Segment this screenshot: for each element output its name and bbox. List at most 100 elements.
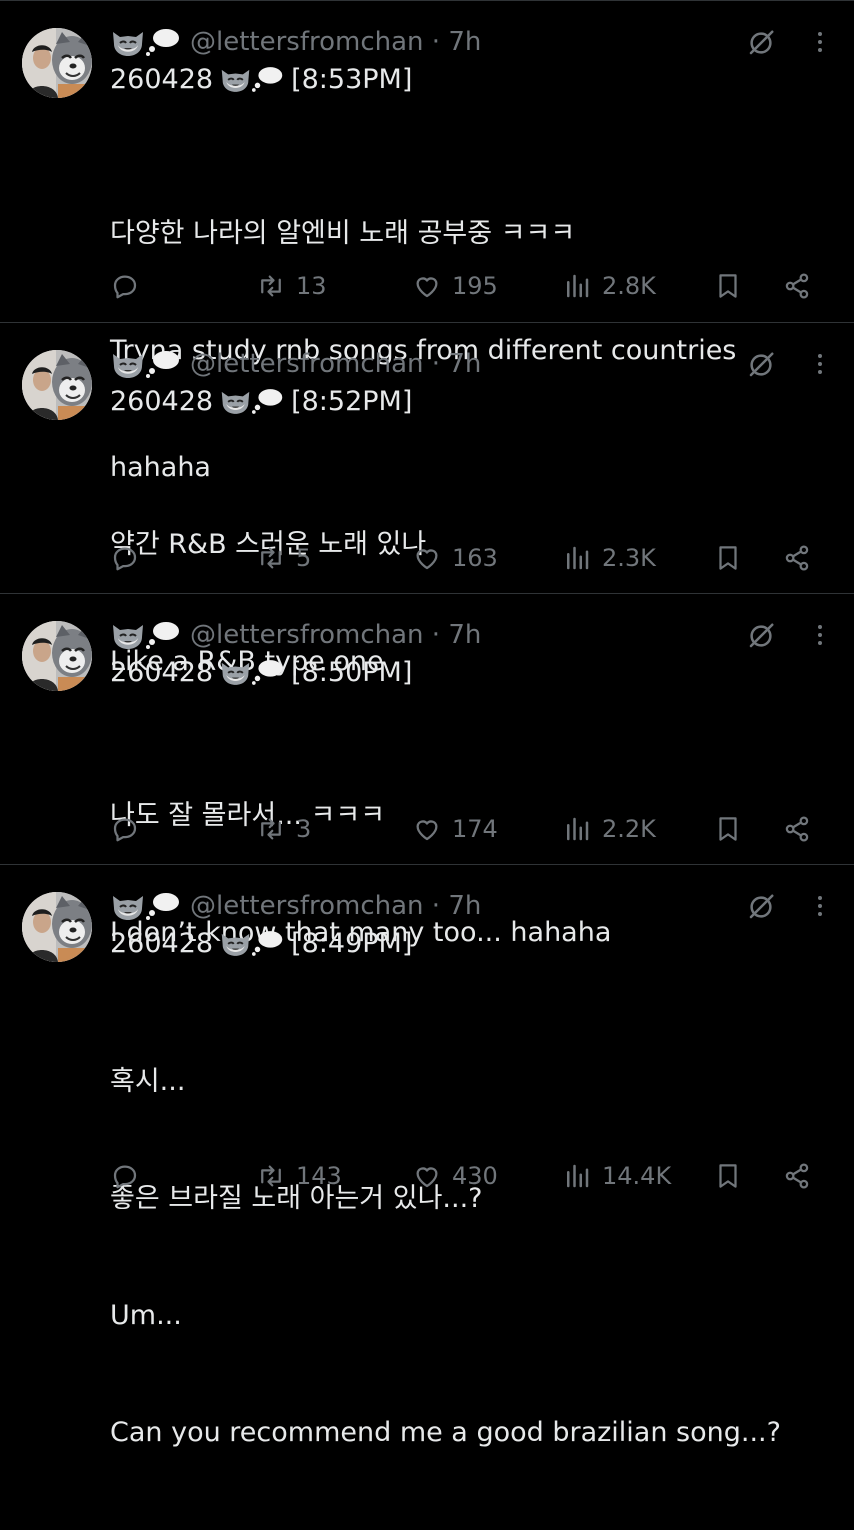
tweet-date: 260428 [110,928,214,959]
tweet-date-line: 260428 [8:52PM] [110,382,412,422]
tweet-date-line: 260428 [8:50PM] [110,653,412,693]
retweet-icon [261,275,281,297]
tweet-time: [8:52PM] [291,386,413,417]
reply-button[interactable] [110,1156,140,1196]
retweet-count: 13 [296,272,327,300]
views-button[interactable]: 2.3K [562,538,656,578]
wolf-thought-emoji [113,893,179,920]
bookmark-button[interactable] [713,538,743,578]
handle-and-time[interactable]: @lettersfromchan · 7h [190,344,481,384]
more-icon[interactable] [808,26,832,58]
tweet-line: 혹시... [110,1066,186,1097]
action-bar: 3 174 2.2K [110,809,830,849]
views-button[interactable]: 2.8K [562,266,656,306]
retweet-count: 143 [296,1162,342,1190]
handle-and-time[interactable]: @lettersfromchan · 7h [190,615,481,655]
like-count: 430 [452,1162,498,1190]
more-icon[interactable] [808,619,832,651]
bookmark-icon [719,817,737,841]
avatar[interactable] [22,892,92,962]
avatar[interactable] [22,28,92,98]
bookmark-button[interactable] [713,266,743,306]
reply-icon [113,818,137,842]
tweet-date-line: 260428 [8:53PM] [110,60,412,100]
wolf-thought-emoji [221,930,283,956]
views-icon [567,817,589,841]
retweet-button[interactable]: 3 [256,809,311,849]
grok-icon[interactable] [746,892,776,922]
retweet-button[interactable]: 143 [256,1156,342,1196]
tweet-time: [8:53PM] [291,64,413,95]
views-icon [567,1164,589,1188]
tweet-date: 260428 [110,386,214,417]
bookmark-button[interactable] [713,809,743,849]
share-button[interactable] [782,809,812,849]
heart-icon [416,277,438,298]
view-count: 2.3K [602,544,656,572]
action-bar: 5 163 2.3K [110,538,830,578]
more-icon[interactable] [808,348,832,380]
bookmark-button[interactable] [713,1156,743,1196]
like-button[interactable]: 174 [412,809,498,849]
like-count: 195 [452,272,498,300]
like-button[interactable]: 430 [412,1156,498,1196]
bookmark-icon [719,546,737,570]
views-button[interactable]: 14.4K [562,1156,671,1196]
like-button[interactable]: 195 [412,266,498,306]
tweet[interactable]: @lettersfromchan · 7h 260428 [8:52PM] 약간… [0,322,854,677]
retweet-button[interactable]: 5 [256,538,311,578]
tweet-date: 260428 [110,64,214,95]
grok-icon[interactable] [746,350,776,380]
tweet-date: 260428 [110,657,214,688]
like-count: 174 [452,815,498,843]
views-button[interactable]: 2.2K [562,809,656,849]
share-icon [785,1163,809,1189]
share-icon [785,545,809,571]
handle-and-time[interactable]: @lettersfromchan · 7h [190,886,481,926]
like-count: 163 [452,544,498,572]
tweet[interactable]: @lettersfromchan · 7h 260428 [8:50PM] 나도… [0,593,854,948]
like-button[interactable]: 163 [412,538,498,578]
view-count: 2.2K [602,815,656,843]
tweet-header: @lettersfromchan · 7h [110,22,834,62]
tweet-header: @lettersfromchan · 7h [110,886,834,926]
reply-button[interactable] [110,809,140,849]
tweet[interactable]: @lettersfromchan · 7h 260428 [8:53PM] 다양… [0,0,854,483]
retweet-button[interactable]: 13 [256,266,327,306]
grok-icon[interactable] [746,621,776,651]
retweet-icon [261,1165,281,1187]
wolf-thought-emoji [221,659,283,685]
heart-icon [416,820,438,841]
views-icon [567,546,589,570]
wolf-thought-emoji [113,351,179,378]
handle-and-time[interactable]: @lettersfromchan · 7h [190,22,481,62]
avatar[interactable] [22,350,92,420]
retweet-count: 3 [296,815,312,843]
view-count: 2.8K [602,272,656,300]
more-icon[interactable] [808,890,832,922]
tweet[interactable]: @lettersfromchan · 7h 260428 [8:49PM] 혹시… [0,864,854,1448]
avatar[interactable] [22,621,92,691]
wolf-thought-emoji [221,66,283,92]
share-button[interactable] [782,538,812,578]
tweet-text: 혹시... 좋은 브라질 노래 아는거 있나...? Um... Can you… [110,984,781,1530]
share-button[interactable] [782,1156,812,1196]
reply-icon [113,275,137,299]
view-count: 14.4K [602,1162,672,1190]
action-bar: 13 195 2.8K [110,266,830,306]
reply-button[interactable] [110,266,140,306]
tweet-header: @lettersfromchan · 7h [110,344,834,384]
reply-button[interactable] [110,538,140,578]
tweet-line: 다양한 나라의 알엔비 노래 공부중 ㅋㅋㅋ [110,218,576,249]
retweet-icon [261,818,281,840]
wolf-thought-emoji [113,622,179,649]
tweet-time: [8:50PM] [291,657,413,688]
heart-icon [416,1167,438,1188]
reply-icon [113,1165,137,1189]
share-button[interactable] [782,266,812,306]
retweet-icon [261,547,281,569]
share-icon [785,273,809,299]
views-icon [567,274,589,298]
tweet-time: [8:49PM] [291,928,413,959]
grok-icon[interactable] [746,28,776,58]
